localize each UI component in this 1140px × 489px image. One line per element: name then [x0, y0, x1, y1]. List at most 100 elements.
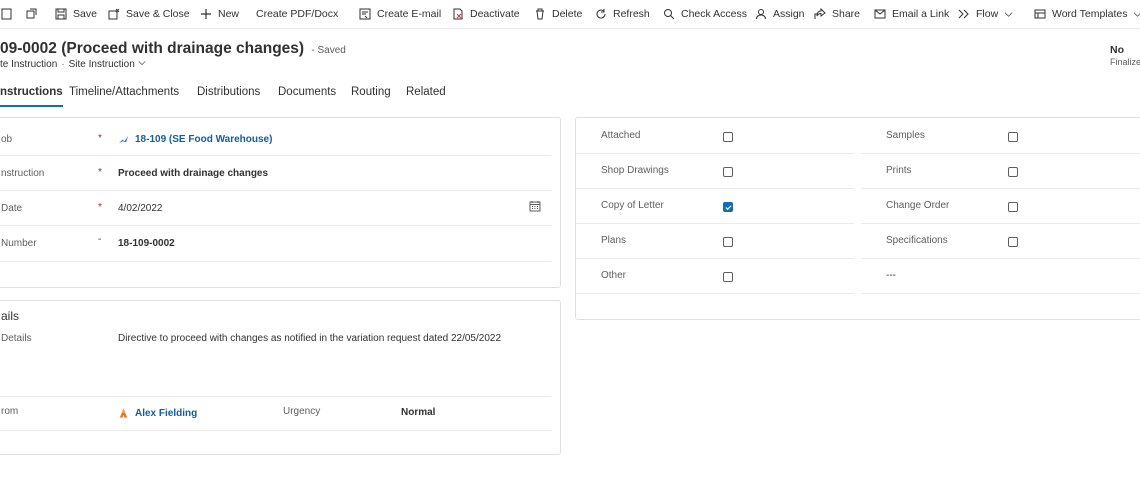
form-name: Site Instruction — [68, 59, 135, 70]
attachment-row: Attached — [576, 119, 854, 154]
date-label: Date — [1, 203, 23, 214]
create-pdf-label: Create PDF/Docx — [256, 8, 339, 20]
attachment-row: Prints — [861, 154, 1140, 189]
attachment-checkbox[interactable] — [723, 132, 733, 142]
urgency-field[interactable]: Normal — [401, 407, 435, 418]
save-button[interactable]: Save — [54, 0, 97, 28]
save-status: - Saved — [311, 45, 346, 56]
deactivate-icon — [451, 7, 465, 21]
attachment-row: Samples — [861, 119, 1140, 154]
job-label: ob — [1, 134, 13, 145]
attachment-checkbox[interactable] — [723, 202, 733, 212]
email-link-icon — [873, 7, 887, 21]
job-lookup-value[interactable]: 18-109 (SE Food Warehouse) — [118, 134, 272, 145]
number-row: Number - 18-109-0002 — [0, 226, 551, 262]
word-templates-button[interactable]: Word Templates — [1033, 0, 1140, 28]
form-selector[interactable]: Site Instruction — [69, 59, 146, 70]
tab-related[interactable]: Related — [406, 86, 446, 98]
entity-name: te Instruction — [0, 59, 58, 70]
flow-button[interactable]: Flow — [957, 0, 1013, 28]
open-new-window-button[interactable] — [24, 0, 43, 28]
new-button[interactable]: New — [199, 0, 239, 28]
back-button[interactable] — [0, 0, 19, 28]
search-access-icon — [662, 7, 676, 21]
delete-label: Delete — [552, 8, 583, 20]
command-bar: Save Save & Close New Create PDF/Docx Cr… — [0, 0, 1140, 29]
tab-timeline-attachments[interactable]: Timeline/Attachments — [69, 86, 179, 98]
email-link-button[interactable]: Email a Link — [873, 0, 949, 28]
general-section: ob * 18-109 (SE Food Warehouse) nstructi… — [0, 117, 561, 288]
attachment-row: Copy of Letter — [576, 189, 854, 224]
email-link-label: Email a Link — [892, 8, 950, 20]
check-access-button[interactable]: Check Access — [662, 0, 747, 28]
page-icon — [0, 7, 14, 21]
check-access-label: Check Access — [681, 8, 747, 20]
calendar-icon[interactable] — [529, 200, 541, 215]
urgency-label: Urgency — [283, 406, 321, 417]
attachment-checkbox[interactable] — [723, 237, 733, 247]
attachment-label: Plans — [601, 235, 627, 246]
attachment-label: Other — [601, 270, 627, 281]
attachment-row: Specifications — [861, 224, 1140, 259]
email-template-icon — [358, 7, 372, 21]
from-lookup-value[interactable]: Alex Fielding — [118, 407, 197, 419]
from-label: rom — [1, 406, 19, 417]
details-section: ails Details Directive to proceed with c… — [0, 300, 561, 455]
attachment-checkbox[interactable] — [1008, 132, 1018, 142]
number-label: Number — [1, 238, 37, 249]
attachment-label: Copy of Letter — [601, 200, 664, 211]
attachment-label: Change Order — [886, 200, 950, 211]
number-field: 18-109-0002 — [118, 238, 175, 249]
date-field[interactable]: 4/02/2022 — [118, 203, 163, 214]
record-subtitle: te Instruction · Site Instruction — [0, 59, 146, 70]
attachment-checkbox[interactable] — [1008, 167, 1018, 177]
attachment-checkbox[interactable] — [723, 167, 733, 177]
job-row: ob * 18-109 (SE Food Warehouse) — [0, 121, 551, 156]
chevron-down-icon — [138, 61, 146, 66]
tab-documents[interactable]: Documents — [278, 86, 336, 98]
tab-distributions[interactable]: Distributions — [197, 86, 260, 98]
instruction-label: nstruction — [1, 168, 45, 179]
finalized-header-field: No Finalized — [1110, 44, 1140, 67]
date-row: Date * 4/02/2022 — [0, 191, 551, 226]
attachment-row: Shop Drawings — [576, 154, 854, 189]
attachment-row: Change Order — [861, 189, 1140, 224]
required-indicator: * — [98, 133, 102, 144]
empty-value: --- — [886, 270, 896, 281]
finalized-value: No — [1110, 44, 1124, 56]
required-indicator: * — [98, 167, 102, 178]
person-icon — [754, 7, 768, 21]
chevron-down-icon — [1004, 10, 1013, 19]
attachment-label: Specifications — [886, 235, 948, 246]
instruction-field[interactable]: Proceed with drainage changes — [118, 168, 268, 179]
attachment-label: Samples — [886, 130, 925, 141]
attachments-section: Attached Shop Drawings Copy of Letter Plans… — [575, 117, 1140, 320]
job-icon — [118, 134, 129, 145]
attachment-row: Other — [576, 259, 854, 294]
job-lookup-text: 18-109 (SE Food Warehouse) — [135, 134, 273, 145]
deactivate-button[interactable]: Deactivate — [451, 0, 520, 28]
refresh-button[interactable]: Refresh — [594, 0, 650, 28]
tab-routing[interactable]: Routing — [351, 86, 391, 98]
required-indicator: * — [98, 202, 102, 213]
details-field[interactable]: Directive to proceed with changes as not… — [118, 333, 501, 344]
attachment-checkbox[interactable] — [1008, 237, 1018, 247]
chevron-down-icon — [1133, 10, 1140, 19]
create-pdf-button[interactable]: Create PDF/Docx — [256, 0, 338, 28]
deactivate-label: Deactivate — [470, 8, 520, 20]
create-email-button[interactable]: Create E-mail — [358, 0, 441, 28]
save-close-button[interactable]: Save & Close — [107, 0, 190, 28]
refresh-icon — [594, 7, 608, 21]
save-label: Save — [73, 8, 97, 20]
tab-instructions[interactable]: nstructions — [0, 86, 63, 107]
details-label: Details — [1, 333, 32, 344]
finalized-label: Finalized — [1110, 57, 1140, 67]
attachment-checkbox[interactable] — [1008, 202, 1018, 212]
trash-icon — [533, 7, 547, 21]
delete-button[interactable]: Delete — [533, 0, 582, 28]
assign-button[interactable]: Assign — [754, 0, 805, 28]
attachment-checkbox[interactable] — [723, 272, 733, 282]
attachment-label: Attached — [601, 130, 641, 141]
share-button[interactable]: Share — [813, 0, 860, 28]
plus-icon — [199, 7, 213, 21]
